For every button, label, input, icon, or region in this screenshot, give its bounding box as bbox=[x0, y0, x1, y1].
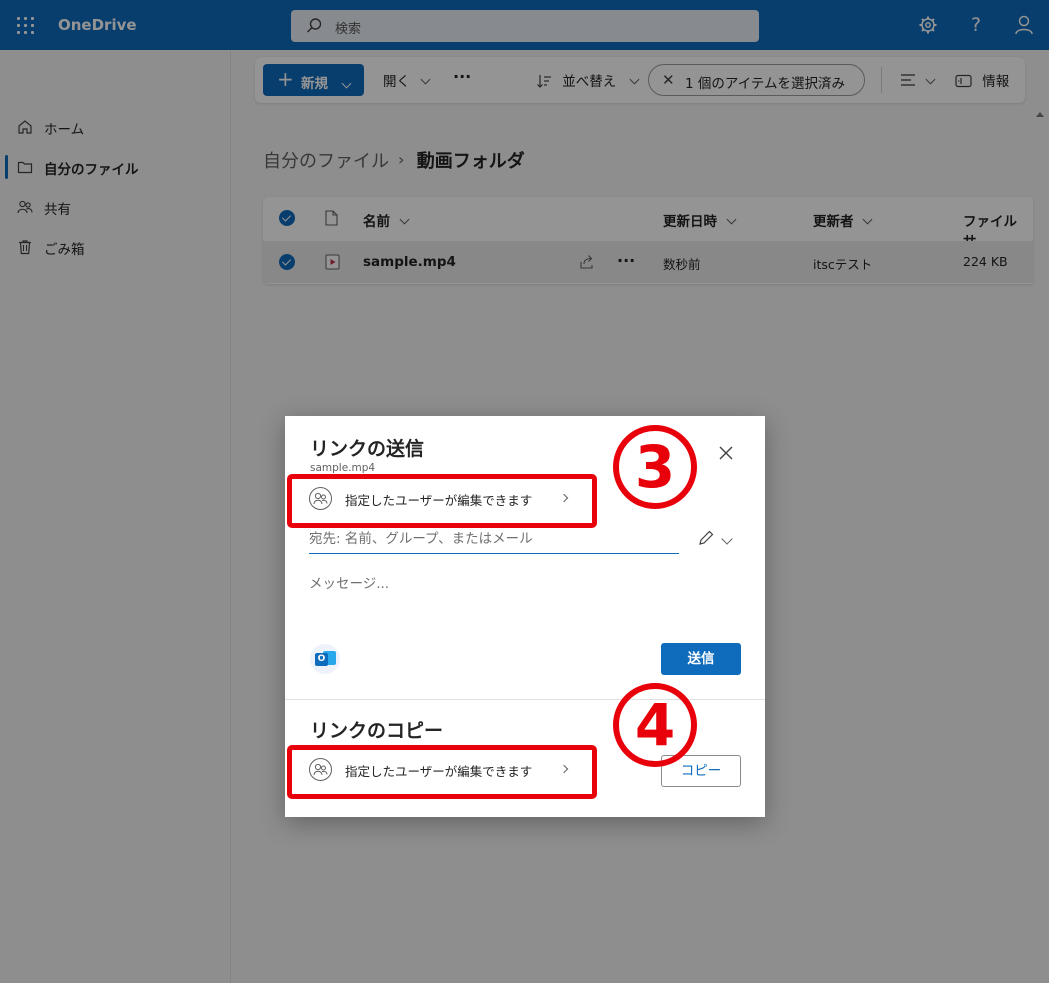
recipient-placeholder: 宛先: 名前、グループ、またはメール bbox=[309, 531, 533, 547]
copy-link-title: リンクのコピー bbox=[310, 720, 444, 742]
annotation-highlight-send-permission bbox=[287, 474, 597, 528]
annotation-highlight-copy-permission bbox=[287, 745, 597, 799]
annotation-step-badge: 3 bbox=[613, 425, 697, 509]
dialog-divider bbox=[285, 699, 765, 700]
annotation-step-badge: 4 bbox=[613, 683, 697, 767]
send-link-title: リンクの送信 bbox=[310, 438, 425, 460]
recipient-input[interactable]: 宛先: 名前、グループ、またはメール bbox=[309, 524, 679, 554]
close-icon[interactable] bbox=[717, 444, 735, 462]
message-input[interactable]: メッセージ... bbox=[309, 572, 389, 592]
chevron-down-icon[interactable] bbox=[721, 532, 733, 547]
pencil-edit-icon[interactable] bbox=[697, 529, 715, 547]
dialog-file-name: sample.mp4 bbox=[310, 462, 376, 474]
outlook-icon[interactable]: O bbox=[310, 644, 340, 674]
send-button[interactable]: 送信 bbox=[661, 643, 741, 675]
outlook-letter: O bbox=[315, 653, 328, 666]
